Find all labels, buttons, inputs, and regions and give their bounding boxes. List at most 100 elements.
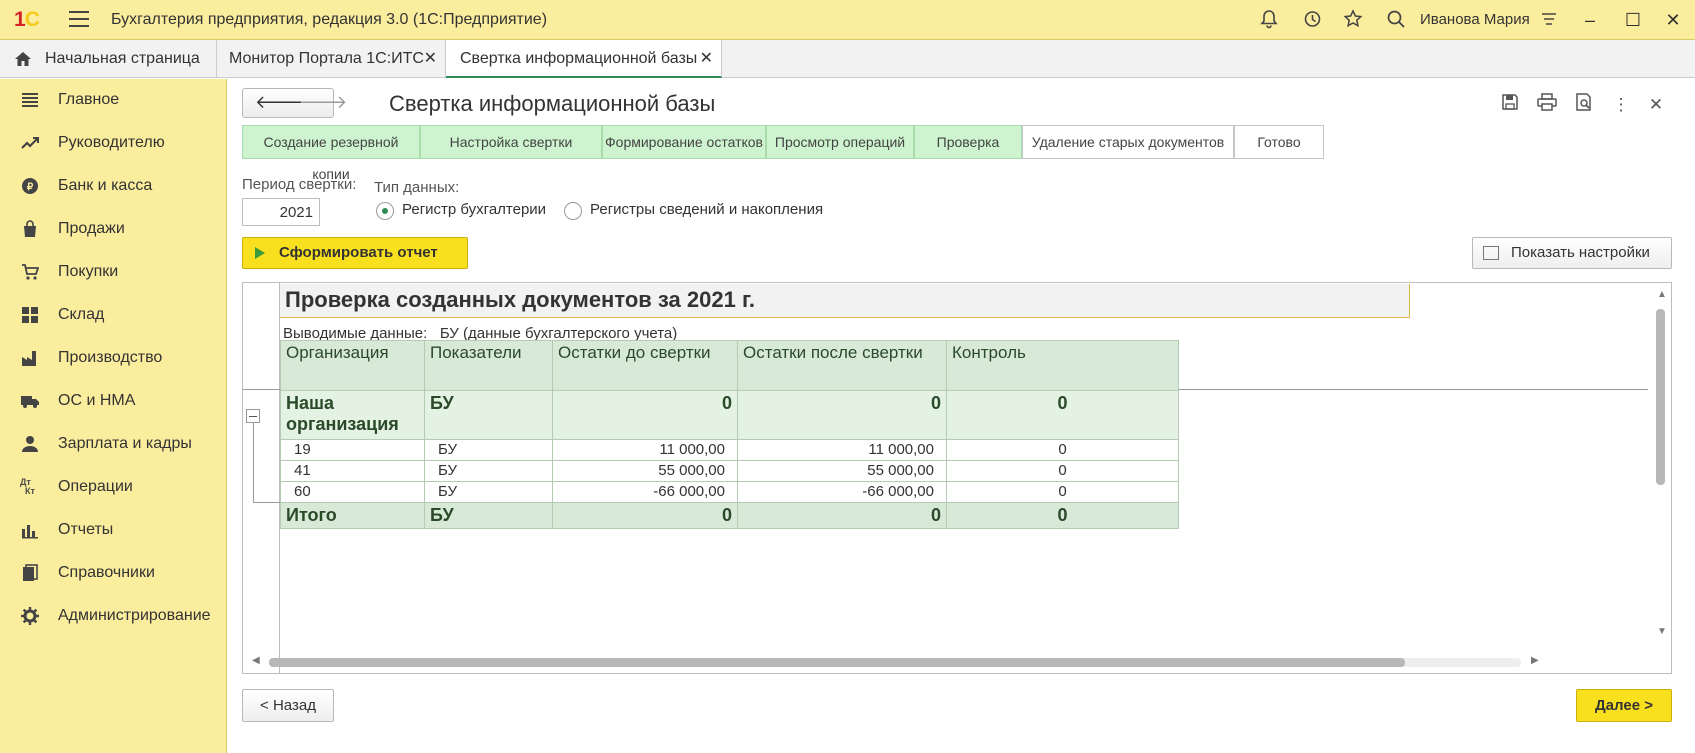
sidebar-item-admin[interactable]: Администрирование [0, 598, 227, 636]
cell-before: 11 000,00 [552, 439, 738, 461]
cell-after: 11 000,00 [737, 439, 947, 461]
bar-chart-icon [20, 521, 40, 541]
history-icon[interactable] [1301, 9, 1323, 31]
cell-indicator: БУ [424, 481, 553, 503]
scroll-right-icon[interactable]: ▶ [1531, 655, 1539, 666]
sidebar-item-main[interactable]: Главное [0, 82, 227, 120]
sidebar-item-warehouse[interactable]: Склад [0, 297, 227, 335]
scroll-down-icon[interactable]: ▼ [1657, 626, 1667, 637]
cell-org: 60 [280, 481, 425, 503]
sidebar-item-catalogs[interactable]: Справочники [0, 555, 227, 593]
step-check[interactable]: Проверка [914, 125, 1022, 159]
group-row[interactable]: Наша организация БУ 0 0 0 [280, 390, 1179, 440]
user-name[interactable]: Иванова Мария [1420, 11, 1530, 28]
bag-icon [20, 220, 40, 240]
save-icon[interactable] [1498, 93, 1522, 117]
sidebar-item-sales[interactable]: Продажи [0, 211, 227, 249]
sidebar-item-production[interactable]: Производство [0, 340, 227, 378]
cell-org: 41 [280, 460, 425, 482]
play-icon [255, 247, 265, 259]
sidebar-item-operations[interactable]: Дт Кт Операции [0, 469, 227, 507]
sidebar-item-label: Продажи [58, 220, 125, 237]
radio-accounting-label[interactable]: Регистр бухгалтерии [402, 201, 546, 218]
truck-icon [20, 392, 40, 412]
search-icon[interactable] [1385, 9, 1407, 31]
col-header: Остатки до свертки [552, 340, 738, 391]
step-settings[interactable]: Настройка свертки [420, 125, 602, 159]
preview-icon[interactable] [1572, 93, 1596, 117]
step-done[interactable]: Готово [1234, 125, 1324, 159]
settings-menu-icon[interactable] [1538, 9, 1560, 31]
total-row[interactable]: Итого БУ 0 0 0 [280, 502, 1179, 529]
total-before: 0 [552, 502, 738, 529]
back-button[interactable]: < Назад [242, 689, 334, 722]
radio-accounting-register[interactable] [376, 202, 394, 220]
step-delete-docs[interactable]: Удаление старых документов [1022, 125, 1234, 159]
scroll-left-icon[interactable]: ◀ [252, 655, 260, 666]
horizontal-scroll-thumb[interactable] [269, 658, 1405, 667]
tab-its-monitor[interactable]: Монитор Портала 1С:ИТС ✕ [217, 40, 446, 78]
scroll-up-icon[interactable]: ▲ [1657, 289, 1667, 300]
tab-rollup[interactable]: Свертка информационной базы ✕ [446, 40, 722, 78]
tab-label: Начальная страница [45, 50, 200, 67]
sidebar-item-salary[interactable]: Зарплата и кадры [0, 426, 227, 464]
close-tab-icon[interactable]: ✕ [700, 40, 713, 78]
main-menu-icon[interactable] [69, 11, 89, 27]
col-header: Остатки после свертки [737, 340, 947, 391]
sidebar-item-label: Руководителю [58, 134, 165, 151]
report-area[interactable]: Проверка созданных документов за 2021 г.… [242, 282, 1672, 674]
group-org: Наша организация [280, 390, 425, 440]
sidebar-item-purchases[interactable]: Покупки [0, 254, 227, 292]
vertical-scrollbar[interactable]: ▲ ▼ [1649, 283, 1671, 651]
sidebar-item-manager[interactable]: Руководителю [0, 125, 227, 163]
table-row[interactable]: 19 БУ 11 000,00 11 000,00 0 [280, 439, 1179, 461]
app-logo[interactable]: 1С [14, 8, 40, 32]
close-window-button[interactable]: ✕ [1660, 7, 1686, 33]
total-after: 0 [737, 502, 947, 529]
forward-arrow-icon[interactable]: 🡒 [299, 92, 347, 113]
gear-icon [20, 607, 40, 627]
sidebar-item-assets[interactable]: ОС и НМА [0, 383, 227, 421]
sidebar: Главное Руководителю ₽ Банк и касса Прод… [0, 79, 227, 753]
table-row[interactable]: 41 БУ 55 000,00 55 000,00 0 [280, 460, 1179, 482]
report-table: Организация Показатели Остатки до свертк… [280, 340, 1179, 529]
step-balances[interactable]: Формирование остатков [602, 125, 766, 159]
next-button[interactable]: Далее > [1576, 689, 1672, 722]
collapse-group-icon[interactable] [246, 409, 260, 423]
svg-text:₽: ₽ [27, 182, 34, 193]
tab-home[interactable]: Начальная страница [0, 40, 217, 78]
generate-report-button[interactable]: Сформировать отчет [242, 237, 468, 269]
sidebar-item-label: Операции [58, 478, 133, 495]
vertical-scroll-thumb[interactable] [1656, 309, 1665, 485]
radio-info-registers[interactable] [564, 202, 582, 220]
sidebar-item-label: Справочники [58, 564, 155, 581]
close-form-icon[interactable]: ✕ [1644, 93, 1668, 117]
cell-org: 19 [280, 439, 425, 461]
step-backup[interactable]: Создание резервной копии [242, 125, 420, 182]
group-before: 0 [552, 390, 738, 440]
print-icon[interactable] [1535, 93, 1559, 117]
tab-label: Свертка информационной базы [460, 50, 698, 67]
radio-info-label[interactable]: Регистры сведений и накопления [590, 201, 823, 218]
app-title: Бухгалтерия предприятия, редакция 3.0 (1… [111, 11, 548, 28]
sidebar-item-bank[interactable]: ₽ Банк и касса [0, 168, 227, 206]
sidebar-item-reports[interactable]: Отчеты [0, 512, 227, 550]
back-arrow-icon[interactable]: 🡐 [255, 92, 303, 113]
tab-label: Монитор Портала 1С:ИТС [229, 50, 424, 67]
maximize-button[interactable]: ☐ [1620, 7, 1646, 33]
minimize-button[interactable]: – [1577, 7, 1603, 33]
period-input[interactable]: 2021 [242, 198, 320, 226]
cart-icon [20, 263, 40, 283]
sidebar-item-label: Банк и касса [58, 177, 153, 194]
cell-control: 0 [946, 481, 1179, 503]
close-tab-icon[interactable]: ✕ [424, 40, 437, 78]
factory-icon [20, 349, 40, 369]
star-icon[interactable] [1342, 9, 1364, 31]
more-icon[interactable]: ⋮ [1609, 93, 1633, 117]
step-operations[interactable]: Просмотр операций [766, 125, 914, 159]
show-settings-button[interactable]: Показать настройки [1472, 237, 1672, 269]
bell-icon[interactable] [1258, 9, 1280, 31]
sidebar-item-label: Отчеты [58, 521, 114, 538]
horizontal-scrollbar[interactable]: ◀ ▶ [243, 651, 1648, 673]
table-row[interactable]: 60 БУ -66 000,00 -66 000,00 0 [280, 481, 1179, 503]
